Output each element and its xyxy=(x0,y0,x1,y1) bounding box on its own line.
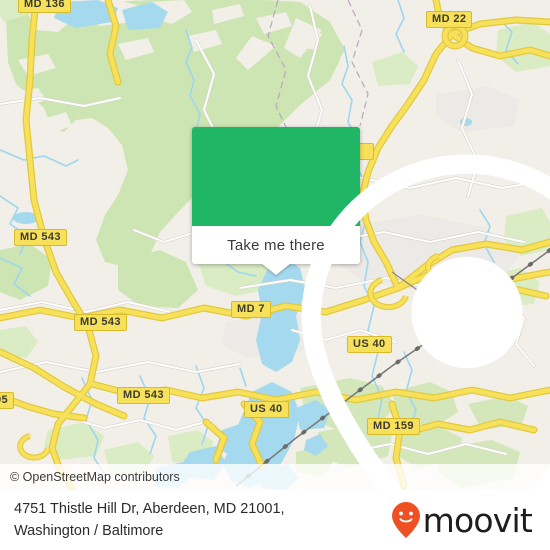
road-shield-md-543-upper: MD 543 xyxy=(14,229,67,246)
address-line-1: 4751 Thistle Hill Dr, Aberdeen, MD 21001… xyxy=(14,501,285,517)
map-pin-icon xyxy=(301,154,550,490)
moovit-pin-smiley-icon xyxy=(391,502,420,538)
road-shield-md-136: MD 136 xyxy=(18,0,71,13)
road-shield-i-95: 95 xyxy=(0,392,15,409)
road-shield-md-543-mid: MD 543 xyxy=(74,314,127,331)
map-canvas[interactable]: MD 136 MD 22 MD 543 MD 543 MD 7 US 40 US… xyxy=(0,0,550,490)
moovit-wordmark: moovit xyxy=(422,500,533,540)
moovit-location-card-screenshot: MD 136 MD 22 MD 543 MD 543 MD 7 US 40 US… xyxy=(0,0,550,550)
moovit-logo[interactable]: moovit xyxy=(391,501,536,539)
attribution-text[interactable]: © OpenStreetMap contributors xyxy=(0,470,180,484)
address-block: 4751 Thistle Hill Dr, Aberdeen, MD 21001… xyxy=(14,498,285,542)
take-me-there-label: Take me there xyxy=(227,236,325,254)
footer-bar: 4751 Thistle Hill Dr, Aberdeen, MD 21001… xyxy=(0,490,550,550)
card-header xyxy=(192,127,550,490)
location-info-card[interactable]: Take me there xyxy=(192,127,550,490)
address-line-2: Washington / Baltimore xyxy=(14,523,164,539)
card-pointer-tail xyxy=(261,263,291,275)
road-shield-md-543-lower: MD 543 xyxy=(117,387,170,404)
card-footer[interactable]: Take me there xyxy=(192,226,360,275)
road-shield-md-22: MD 22 xyxy=(426,11,473,28)
